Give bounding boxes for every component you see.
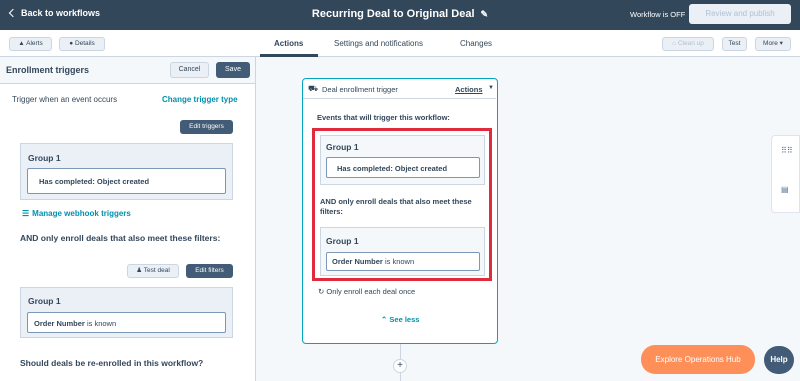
chat-icon[interactable]: ▤ (781, 185, 789, 194)
manage-webhook-triggers-link[interactable]: ☰ Manage webhook triggers (22, 209, 131, 218)
refresh-icon: ↻ (318, 287, 325, 296)
info-icon: ● (69, 40, 74, 47)
filter-property: Order Number (34, 319, 85, 328)
test-button[interactable]: Test (722, 37, 747, 51)
workflow-status: Workflow is OFF (630, 10, 686, 19)
group-title: Group 1 (326, 236, 359, 246)
top-bar: Back to workflows Recurring Deal to Orig… (0, 0, 800, 30)
trigger-type-label: Trigger when an event occurs (12, 95, 118, 104)
trigger-group: Group 1 Has completed: Object created (20, 143, 233, 200)
card-header: ⛟ Deal enrollment trigger Actions ▼ (303, 79, 496, 99)
pencil-icon[interactable]: ✎ (481, 9, 489, 20)
events-label: Events that will trigger this workflow: (317, 113, 450, 122)
deal-enrollment-trigger-card[interactable]: ⛟ Deal enrollment trigger Actions ▼ Even… (302, 78, 498, 344)
group-title: Group 1 (28, 153, 61, 163)
edit-triggers-button[interactable]: Edit triggers (180, 120, 233, 134)
test-deal-button[interactable]: ♟ Test deal (127, 264, 179, 278)
panel-header: Enrollment triggers Cancel Save (0, 57, 255, 84)
enroll-once-text: Only enroll each deal once (326, 287, 416, 296)
workflow-title-text: Recurring Deal to Original Deal (311, 8, 475, 20)
enroll-once-note: ↻ Only enroll each deal once (318, 287, 415, 296)
person-icon: ♟ (136, 267, 143, 274)
filter-condition: Order Number is known (326, 252, 480, 271)
filters-heading: AND only enroll deals that also meet the… (20, 233, 221, 243)
tab-changes[interactable]: Changes (460, 39, 492, 48)
see-less-link[interactable]: ⌃ See less (381, 315, 419, 324)
help-button[interactable]: Help (764, 346, 794, 374)
filter-condition[interactable]: Order Number is known (27, 312, 226, 333)
warning-icon: ▲ (18, 40, 25, 47)
filter-group: Group 1 Order Number is known (320, 227, 485, 276)
filter-operator: is known (382, 257, 415, 266)
reenrollment-heading: Should deals be re-enrolled in this work… (20, 358, 204, 368)
review-and-publish-button[interactable]: Review and publish (689, 4, 791, 24)
deal-icon: ⛟ (308, 84, 319, 93)
tab-actions[interactable]: Actions (274, 39, 303, 48)
filters-heading: AND only enroll deals that also meet the… (320, 197, 472, 216)
details-label: Details (74, 40, 95, 47)
see-less-label: See less (389, 315, 420, 324)
add-action-button[interactable]: + (393, 359, 407, 373)
caret-down-icon: ▾ (779, 40, 783, 47)
group-title: Group 1 (326, 142, 359, 152)
card-title: Deal enrollment trigger (322, 85, 398, 94)
list-settings-icon: ☰ (22, 209, 30, 218)
filter-operator: is known (84, 319, 117, 328)
panel-title: Enrollment triggers (6, 65, 90, 75)
enrollment-triggers-panel: Enrollment triggers Cancel Save Trigger … (0, 57, 256, 381)
active-tab-indicator (260, 54, 318, 57)
test-deal-label: Test deal (143, 267, 170, 274)
more-label: More (763, 40, 778, 47)
caret-down-icon[interactable]: ▼ (488, 85, 494, 91)
filter-group: Group 1 Order Number is known (20, 287, 233, 338)
filter-property: Order Number (332, 257, 383, 266)
change-trigger-type-link[interactable]: Change trigger type (162, 95, 238, 104)
clean-up-button[interactable]: ⌂ Clean up (662, 37, 714, 51)
highlight-box: Group 1 Has completed: Object created AN… (312, 128, 492, 281)
alerts-button[interactable]: ▲ Alerts (9, 37, 52, 51)
filter-condition[interactable]: Has completed: Object created (27, 168, 226, 194)
details-button[interactable]: ● Details (59, 37, 105, 51)
filter-condition: Has completed: Object created (326, 157, 480, 178)
trigger-group: Group 1 Has completed: Object created (320, 135, 485, 185)
group-title: Group 1 (28, 296, 61, 306)
sub-toolbar: ▲ Alerts ● Details Actions Settings and … (0, 30, 800, 57)
more-button[interactable]: More ▾ (755, 37, 791, 51)
explore-operations-hub-button[interactable]: Explore Operations Hub (641, 345, 755, 374)
side-toolbar: ⠿⠿ ▤ (771, 135, 800, 213)
tab-settings-and-notifications[interactable]: Settings and notifications (334, 39, 423, 48)
clean-up-label: Clean up (677, 40, 704, 47)
save-button[interactable]: Save (216, 62, 250, 78)
chevron-up-icon: ⌃ (381, 315, 388, 324)
card-actions-menu[interactable]: Actions (455, 85, 483, 94)
webhook-label: Manage webhook triggers (32, 209, 131, 218)
keypad-icon[interactable]: ⠿⠿ (781, 146, 793, 155)
alerts-label: Alerts (26, 40, 43, 47)
cancel-button[interactable]: Cancel (170, 62, 209, 78)
broom-icon: ⌂ (672, 40, 677, 47)
edit-filters-button[interactable]: Edit filters (186, 264, 233, 278)
